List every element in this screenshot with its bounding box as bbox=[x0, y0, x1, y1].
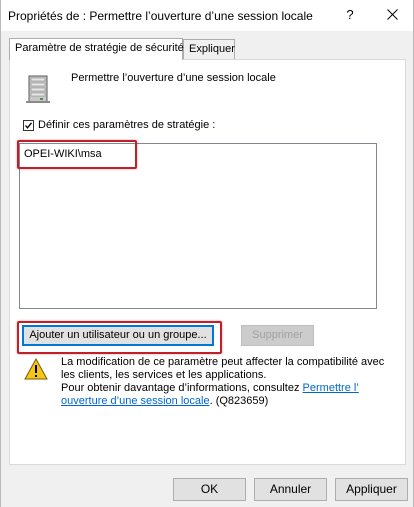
define-settings-label: Définir ces paramètres de stratégie : bbox=[38, 119, 216, 131]
warning-line-4: ouverture d’une session locale. (Q823659… bbox=[61, 395, 401, 408]
cancel-button[interactable]: Annuler bbox=[254, 478, 327, 501]
warning-line-1: La modification de ce paramètre peut aff… bbox=[61, 356, 385, 368]
members-listbox[interactable]: OPEI-WIKI\msa bbox=[19, 143, 377, 309]
server-policy-icon bbox=[26, 75, 50, 103]
warning-line-4-text: . (Q823659) bbox=[209, 395, 269, 407]
add-user-or-group-button[interactable]: Ajouter un utilisateur ou un groupe... bbox=[22, 325, 214, 346]
properties-dialog: Propriétés de : Permettre l’ouverture d’… bbox=[0, 0, 414, 507]
apply-button[interactable]: Appliquer bbox=[335, 478, 408, 501]
tab-security-policy-setting[interactable]: Paramètre de stratégie de sécurité bbox=[9, 38, 184, 60]
warning-line-3: Pour obtenir davantage d’informations, c… bbox=[61, 382, 401, 395]
define-settings-row: Définir ces paramètres de stratégie : bbox=[23, 119, 215, 131]
window-title: Propriétés de : Permettre l’ouverture d’… bbox=[8, 9, 313, 23]
warning-line-2: les clients, les services et les applica… bbox=[61, 369, 267, 381]
warning-icon bbox=[24, 358, 48, 380]
checkmark-icon bbox=[25, 121, 33, 129]
tab-explain[interactable]: Expliquer bbox=[183, 39, 235, 59]
help-button[interactable]: ? bbox=[337, 4, 363, 26]
help-link-part-1[interactable]: Permettre l’ bbox=[303, 382, 359, 394]
define-settings-checkbox[interactable] bbox=[23, 119, 34, 131]
title-bar: Propriétés de : Permettre l’ouverture d’… bbox=[1, 0, 413, 31]
tab-panel: Permettre l’ouverture d’une session loca… bbox=[9, 59, 406, 465]
warning-message: La modification de ce paramètre peut aff… bbox=[61, 356, 401, 408]
help-link-part-2[interactable]: ouverture d’une session locale bbox=[61, 395, 210, 407]
close-icon bbox=[386, 9, 398, 20]
list-item[interactable]: OPEI-WIKI\msa bbox=[24, 148, 102, 160]
ok-button[interactable]: OK bbox=[173, 478, 246, 501]
warning-line-3-text: Pour obtenir davantage d’informations, c… bbox=[61, 382, 303, 394]
remove-button[interactable]: Supprimer bbox=[241, 325, 314, 346]
policy-name: Permettre l’ouverture d’une session loca… bbox=[71, 72, 276, 84]
close-button[interactable] bbox=[377, 4, 407, 26]
